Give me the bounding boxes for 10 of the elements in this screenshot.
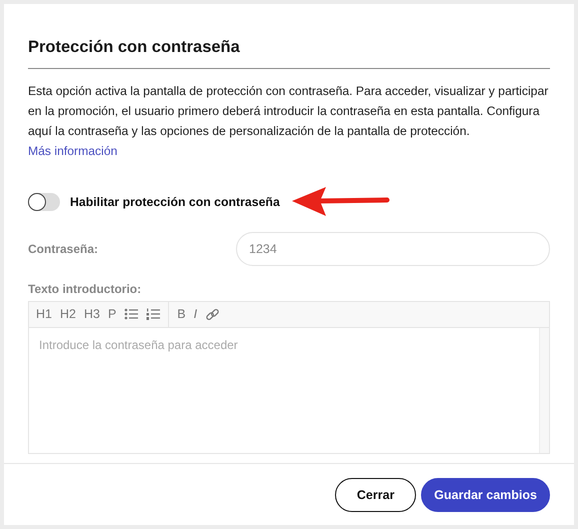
- more-info-link[interactable]: Más información: [28, 144, 118, 158]
- toggle-label: Habilitar protección con contraseña: [70, 194, 280, 211]
- password-label: Contraseña:: [28, 240, 100, 258]
- description-text: Esta opción activa la pantalla de protección con contraseña. Para acceder, visualizar y participar en la promoción, el usuario primero deberá introducir la contraseña en esta pantalla. Configura aquí la contraseña y las opciones de personalización de la pantalla de protección. Más información: [28, 82, 550, 160]
- close-button[interactable]: Cerrar: [335, 478, 416, 512]
- toggle-switch[interactable]: [28, 192, 60, 211]
- save-button[interactable]: Guardar cambios: [421, 478, 550, 512]
- modal-title: Protección con contraseña: [28, 38, 550, 69]
- intro-text-label: Texto introductorio:: [28, 280, 142, 298]
- scrollbar[interactable]: [539, 328, 549, 453]
